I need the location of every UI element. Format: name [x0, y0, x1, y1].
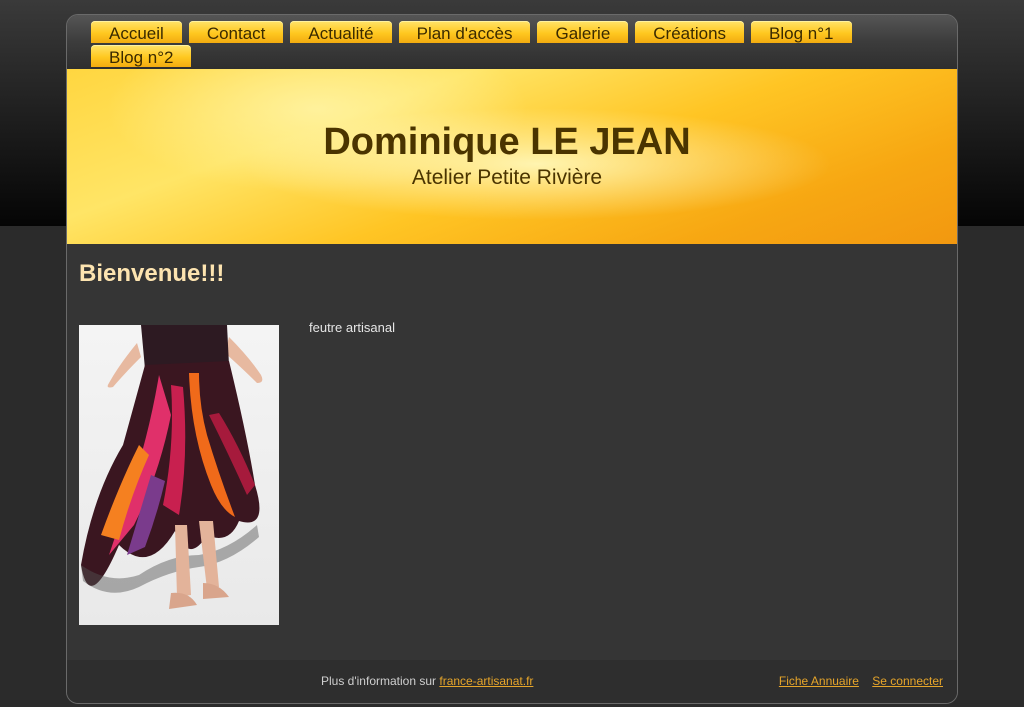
- footer-links: Fiche Annuaire Se connecter: [769, 674, 943, 688]
- nav-item-creations[interactable]: Créations: [635, 21, 745, 43]
- page-container: Accueil Contact Actualité Plan d'accès G…: [66, 14, 958, 704]
- main-content: Bienvenue!!! feutre artisanal: [67, 244, 957, 660]
- login-link[interactable]: Se connecter: [872, 674, 943, 688]
- nav-item-plan-acces[interactable]: Plan d'accès: [398, 21, 531, 43]
- nav-item-blog-2[interactable]: Blog n°2: [91, 45, 192, 67]
- image-caption: feutre artisanal: [309, 320, 395, 335]
- nav-item-actualite[interactable]: Actualité: [290, 21, 392, 43]
- footer-info-text: Plus d'information sur: [321, 674, 437, 688]
- footer-info: Plus d'information sur france-artisanat.…: [321, 674, 533, 688]
- nav-item-galerie[interactable]: Galerie: [537, 21, 629, 43]
- fiche-annuaire-link[interactable]: Fiche Annuaire: [779, 674, 859, 688]
- site-subtitle: Atelier Petite Rivière: [411, 166, 603, 189]
- nav-item-accueil[interactable]: Accueil: [91, 21, 182, 43]
- nav-item-blog-1[interactable]: Blog n°1: [751, 21, 852, 43]
- felt-dress-photo[interactable]: [79, 325, 279, 625]
- dress-illustration: [81, 325, 263, 609]
- nav-list: Accueil Contact Actualité Plan d'accès G…: [91, 21, 891, 69]
- header-banner: Dominique LE JEAN Atelier Petite Rivière: [67, 69, 957, 244]
- page-heading: Bienvenue!!!: [79, 260, 225, 287]
- main-navigation: Accueil Contact Actualité Plan d'accès G…: [67, 15, 957, 69]
- france-artisanat-link[interactable]: france-artisanat.fr: [439, 674, 533, 688]
- page-footer: Plus d'information sur france-artisanat.…: [67, 660, 957, 703]
- site-title: Dominique LE JEAN: [323, 121, 691, 163]
- nav-item-contact[interactable]: Contact: [188, 21, 284, 43]
